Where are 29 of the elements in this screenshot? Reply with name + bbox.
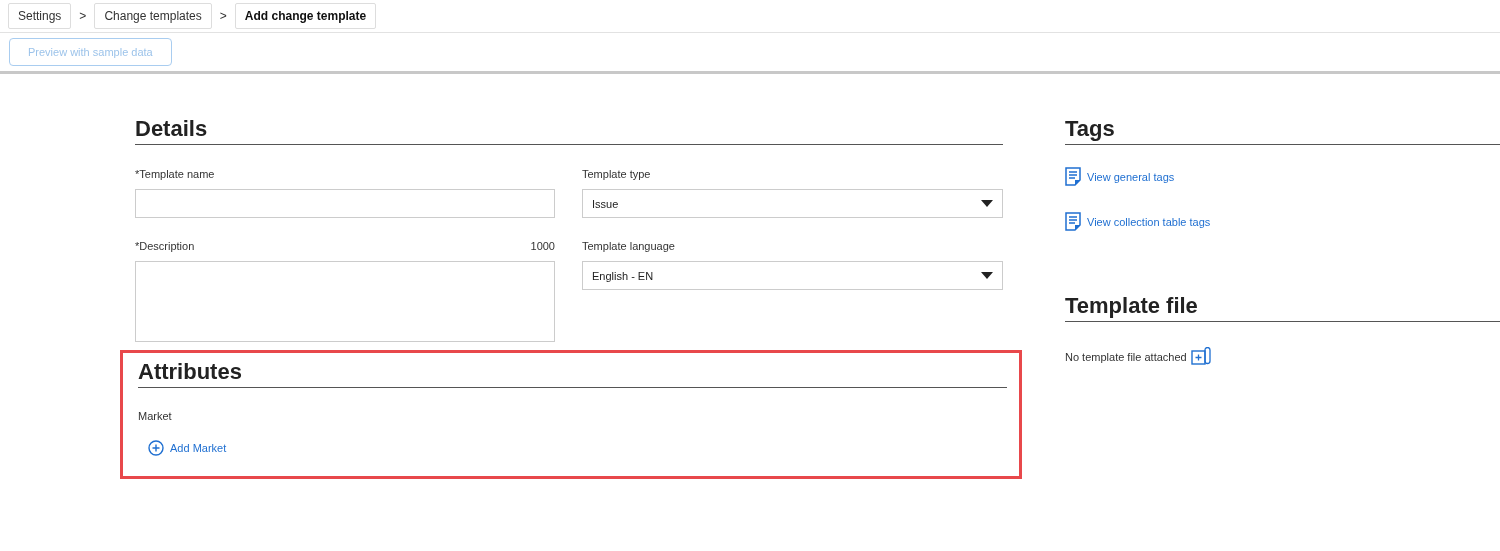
breadcrumb-item[interactable]: Settings <box>8 3 72 29</box>
caret-icon <box>981 272 993 279</box>
plus-circle-icon <box>148 440 164 456</box>
tags-link[interactable]: View general tags <box>1065 167 1175 186</box>
template-language-dropdown[interactable]: English - EN <box>582 261 1003 290</box>
status-text: No template file attached <box>1065 350 1187 363</box>
chevron-separator: > <box>79 9 87 23</box>
add-market-link[interactable]: Add Market <box>148 440 227 456</box>
attach-file-icon[interactable] <box>1190 347 1211 366</box>
field-label: *Description <box>135 240 195 252</box>
field-label: Template language <box>582 240 675 252</box>
character-counter: 1000 <box>530 240 555 252</box>
breadcrumb-item[interactable]: Change templates <box>94 3 212 29</box>
document-icon <box>1065 212 1081 231</box>
caret-icon <box>981 200 993 207</box>
template-name-field[interactable] <box>135 189 555 218</box>
section-heading: Details <box>135 116 1003 145</box>
field-label: *Template name <box>135 168 215 180</box>
section-heading: Tags <box>1065 116 1500 145</box>
breadcrumb-item[interactable]: Add change template <box>234 3 377 29</box>
section-heading: Attributes <box>138 359 1007 388</box>
field-label: Market <box>138 410 173 422</box>
chevron-separator: > <box>219 9 227 23</box>
field-label: Template type <box>582 168 651 180</box>
tags-link[interactable]: View collection table tags <box>1065 212 1211 231</box>
section-heading: Template file <box>1065 293 1500 322</box>
template-type-dropdown[interactable]: Issue <box>582 189 1003 218</box>
description-field[interactable] <box>135 261 555 342</box>
document-icon <box>1065 167 1081 186</box>
